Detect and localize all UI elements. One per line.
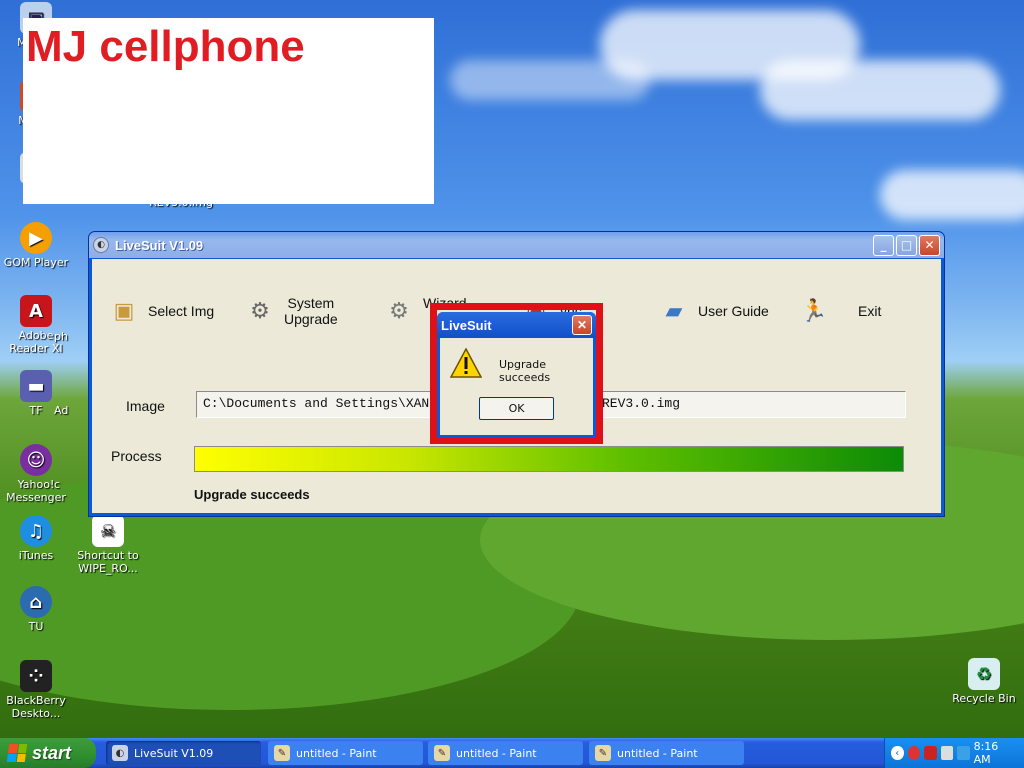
- annotation-box: MJ cellphone: [23, 18, 434, 204]
- folder-icon: ▰: [665, 298, 683, 323]
- desktop-icon-itunes[interactable]: ♫ iTunes: [0, 515, 72, 562]
- message-dialog: LiveSuit ✕ Upgrade succeeds OK: [437, 312, 596, 438]
- runner-icon: 🏃: [800, 298, 828, 323]
- desktop-icon-yahoo[interactable]: ☺ Yahoo! Messenger: [0, 444, 72, 504]
- desktop-icon-recycle-bin[interactable]: ♻ Recycle Bin: [948, 658, 1020, 705]
- close-button[interactable]: ✕: [919, 234, 940, 256]
- maximize-button[interactable]: □: [896, 234, 917, 256]
- select-img-button[interactable]: ▣ Select Img: [108, 289, 215, 333]
- tray-flag-icon[interactable]: [940, 746, 954, 760]
- image-label: Image: [126, 398, 165, 414]
- desktop-icon-blackberry[interactable]: ⁘ BlackBerry Deskto...: [0, 660, 72, 720]
- taskbar-item-paint-2[interactable]: ✎ untitled - Paint: [428, 741, 583, 765]
- windows-flag-icon: [6, 744, 28, 762]
- process-label: Process: [111, 448, 162, 464]
- window-title: LiveSuit V1.09: [115, 237, 204, 253]
- tray-arrow-icon[interactable]: ‹: [891, 746, 904, 760]
- desktop-icon-wipe-shortcut[interactable]: ☠ Shortcut to WIPE_RO...: [72, 515, 144, 575]
- user-guide-button[interactable]: ▰ User Guide: [658, 289, 769, 333]
- tray-shield-icon[interactable]: [907, 746, 921, 760]
- system-tray: ‹ 8:16 AM: [884, 738, 1024, 768]
- taskbar: start ◐ LiveSuit V1.09 ✎ untitled - Pain…: [0, 738, 1024, 768]
- dialog-message: Upgrade succeeds: [499, 358, 551, 384]
- dialog-body: Upgrade succeeds OK: [440, 338, 593, 435]
- clock[interactable]: 8:16 AM: [974, 740, 1014, 766]
- desktop-icon-gom-player[interactable]: ▶ GOM Player: [0, 222, 72, 269]
- ok-button[interactable]: OK: [479, 397, 554, 420]
- tray-security-icon[interactable]: [924, 746, 937, 760]
- adobe-reader-icon: A: [20, 295, 52, 327]
- box-icon: ▣: [113, 298, 135, 323]
- yahoo-messenger-icon: ☺: [20, 444, 52, 476]
- desktop-icon-adobe-reader[interactable]: A Adobe Reader XI: [0, 295, 72, 355]
- blackberry-icon: ⁘: [20, 660, 52, 692]
- gear-icon: ⚙: [250, 298, 270, 323]
- dialog-close-button[interactable]: ✕: [572, 315, 592, 335]
- system-upgrade-button[interactable]: ⚙ System Upgrade: [244, 289, 338, 333]
- paint-icon: ✎: [274, 745, 290, 761]
- desktop-icon-tu[interactable]: ⌂ TU: [0, 586, 72, 633]
- taskbar-item-livesuit[interactable]: ◐ LiveSuit V1.09: [106, 741, 261, 765]
- progress-bar: [194, 446, 904, 472]
- app-icon: ◐: [93, 237, 109, 253]
- taskbar-item-paint-1[interactable]: ✎ untitled - Paint: [268, 741, 423, 765]
- tray-network-icon[interactable]: [957, 746, 970, 760]
- tu-icon: ⌂: [20, 586, 52, 618]
- gom-player-icon: ▶: [20, 222, 52, 254]
- skull-icon: ☠: [92, 515, 124, 547]
- livesuit-icon: ◐: [112, 745, 128, 761]
- warning-icon: [450, 348, 482, 378]
- minimize-button[interactable]: _: [873, 234, 894, 256]
- start-button[interactable]: start: [0, 738, 96, 768]
- image-path-text: C:\Documents and Settings\XANRIS: [203, 396, 453, 411]
- exit-button[interactable]: 🏃 Exit: [798, 289, 881, 333]
- paint-icon: ✎: [595, 745, 611, 761]
- drive-icon: ▬: [20, 370, 52, 402]
- dialog-titlebar[interactable]: LiveSuit ✕: [437, 312, 596, 338]
- paint-icon: ✎: [434, 745, 450, 761]
- annotation-text: MJ cellphone: [26, 22, 305, 71]
- window-titlebar[interactable]: ◐ LiveSuit V1.09 _ □ ✕: [89, 232, 944, 258]
- taskbar-item-paint-3[interactable]: ✎ untitled - Paint: [589, 741, 744, 765]
- gear-icon: ⚙: [389, 298, 409, 323]
- dialog-title: LiveSuit: [441, 317, 492, 333]
- itunes-icon: ♫: [20, 515, 52, 547]
- status-text: Upgrade succeeds: [194, 487, 310, 502]
- recycle-bin-icon: ♻: [968, 658, 1000, 690]
- image-path-suffix: REV3.0.img: [602, 396, 681, 411]
